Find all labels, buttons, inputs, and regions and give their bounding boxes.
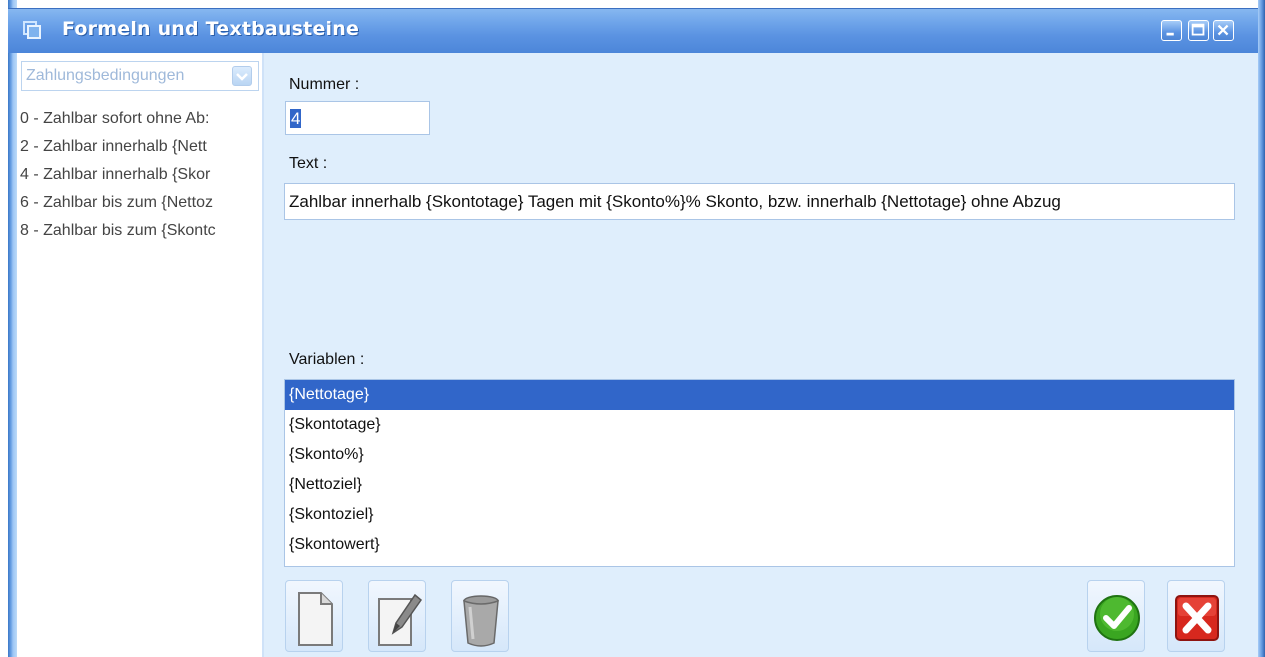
category-select[interactable]: Zahlungsbedingungen xyxy=(21,61,259,91)
variable-item-skontotage[interactable]: {Skontotage} xyxy=(285,410,1234,440)
close-icon xyxy=(1217,24,1229,36)
variable-item-nettoziel[interactable]: {Nettoziel} xyxy=(285,470,1234,500)
edit-pencil-icon xyxy=(378,593,423,646)
chevron-down-icon[interactable] xyxy=(232,66,252,86)
maximize-icon xyxy=(1191,23,1205,36)
list-item[interactable]: 8 - Zahlbar bis zum {Skontc xyxy=(17,217,259,245)
new-document-icon xyxy=(298,592,333,646)
variable-item-skontoziel[interactable]: {Skontoziel} xyxy=(285,500,1234,530)
list-item[interactable]: 2 - Zahlbar innerhalb {Nett xyxy=(17,133,259,161)
sidebar: Zahlungsbedingungen 0 - Zahlbar sofort o… xyxy=(17,53,264,657)
text-label: Text : xyxy=(289,155,328,172)
variable-item-nettotage[interactable]: {Nettotage} xyxy=(285,380,1234,410)
list-item[interactable]: 6 - Zahlbar bis zum {Nettoz xyxy=(17,189,259,217)
trash-icon xyxy=(463,595,499,647)
variables-list: {Nettotage} {Skontotage} {Skonto%} {Nett… xyxy=(284,379,1235,567)
desktop-strip xyxy=(0,0,8,657)
variable-item-skonto-percent[interactable]: {Skonto%} xyxy=(285,440,1234,470)
ok-button[interactable] xyxy=(1087,580,1145,652)
checkmark-icon xyxy=(1094,595,1140,641)
category-select-value: Zahlungsbedingungen xyxy=(26,67,185,84)
nummer-label: Nummer : xyxy=(289,76,360,93)
maximize-button[interactable] xyxy=(1188,20,1209,41)
list-item[interactable]: 0 - Zahlbar sofort ohne Ab: xyxy=(17,105,259,133)
close-button[interactable] xyxy=(1213,20,1234,41)
title-bar[interactable]: Formeln und Textbausteine xyxy=(8,8,1258,53)
text-input[interactable]: Zahlbar innerhalb {Skontotage} Tagen mit… xyxy=(284,183,1235,220)
edit-button[interactable] xyxy=(368,580,426,652)
delete-button[interactable] xyxy=(451,580,509,652)
template-list: 0 - Zahlbar sofort ohne Ab: 2 - Zahlbar … xyxy=(17,105,262,245)
list-item[interactable]: 4 - Zahlbar innerhalb {Skor xyxy=(17,161,259,189)
cancel-button[interactable] xyxy=(1167,580,1225,652)
variables-label: Variablen : xyxy=(289,351,365,368)
close-x-icon xyxy=(1175,595,1219,641)
window-title: Formeln und Textbausteine xyxy=(62,18,360,40)
nummer-input[interactable]: 4 xyxy=(285,101,430,135)
nummer-value: 4 xyxy=(290,109,302,128)
variable-item-skontowert[interactable]: {Skontowert} xyxy=(285,530,1234,560)
window-border-left xyxy=(8,0,17,657)
window-border-right xyxy=(1258,0,1265,657)
new-button[interactable] xyxy=(285,580,343,652)
minimize-button[interactable] xyxy=(1161,20,1182,41)
window-icon xyxy=(23,21,41,39)
minimize-icon xyxy=(1166,32,1174,36)
